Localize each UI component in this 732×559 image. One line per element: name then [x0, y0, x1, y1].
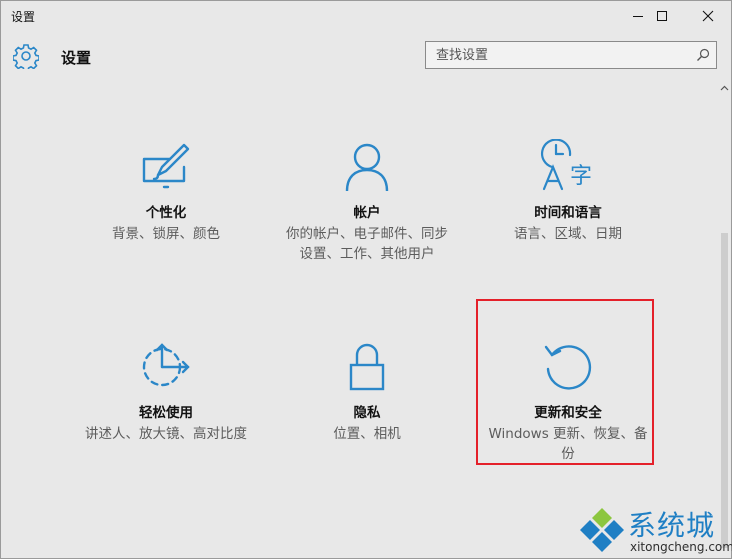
window-title: 设置 [11, 10, 36, 24]
highlight-box [476, 299, 654, 465]
tile-description: 位置、相机 [333, 426, 401, 442]
close-button[interactable] [685, 1, 731, 31]
chevron-up-icon [720, 85, 729, 91]
watermark-url: xitongcheng.com [630, 540, 732, 554]
tile-accounts[interactable]: 帐户 你的帐户、电子邮件、同步设置、工作、其他用户 [277, 133, 457, 264]
tile-description: 背景、锁屏、颜色 [112, 226, 220, 242]
personalization-icon [142, 143, 190, 189]
tile-name: 隐私 [353, 405, 381, 421]
gear-icon [13, 44, 39, 69]
tile-ease-of-access[interactable]: 轻松使用 讲述人、放大镜、高对比度 [76, 333, 256, 444]
search-icon[interactable] [696, 48, 710, 62]
watermark-logo-icon [580, 508, 624, 552]
tile-description: 讲述人、放大镜、高对比度 [85, 426, 247, 442]
maximize-icon [657, 11, 667, 21]
ease-of-access-icon [142, 343, 190, 387]
close-icon [702, 10, 714, 22]
watermark: 系统城 xitongcheng.com [578, 504, 732, 557]
time-language-icon: 字 [540, 139, 592, 191]
language-glyph: 字 [570, 164, 592, 189]
watermark-brand: 系统城 [628, 509, 716, 542]
settings-header: 设置 [1, 31, 731, 81]
search-input[interactable] [426, 42, 686, 68]
scroll-thumb[interactable] [721, 233, 728, 548]
settings-window: 设置 设置 查找设置 个性化 背景、锁屏、颜色 帐户 你的帐户、电子邮件、同步设… [0, 0, 732, 559]
tile-description: 语言、区域、日期 [514, 226, 622, 242]
tile-name: 个性化 [145, 205, 187, 221]
tile-name: 时间和语言 [534, 205, 602, 221]
account-icon [345, 143, 389, 192]
tile-privacy[interactable]: 隐私 位置、相机 [277, 333, 457, 444]
maximize-button[interactable] [639, 1, 685, 31]
tile-personalization[interactable]: 个性化 背景、锁屏、颜色 [76, 133, 256, 244]
tile-name: 帐户 [353, 205, 381, 221]
page-title: 设置 [61, 49, 92, 67]
title-bar[interactable]: 设置 [1, 1, 731, 31]
tile-time-language[interactable]: 字 时间和语言 语言、区域、日期 [478, 133, 658, 244]
tile-name: 轻松使用 [139, 405, 193, 421]
search-box[interactable] [425, 41, 717, 69]
vertical-scrollbar[interactable] [718, 81, 731, 558]
scroll-up-arrow[interactable] [718, 81, 731, 95]
tile-description: 你的帐户、电子邮件、同步设置、工作、其他用户 [286, 226, 448, 262]
lock-icon [349, 343, 385, 391]
